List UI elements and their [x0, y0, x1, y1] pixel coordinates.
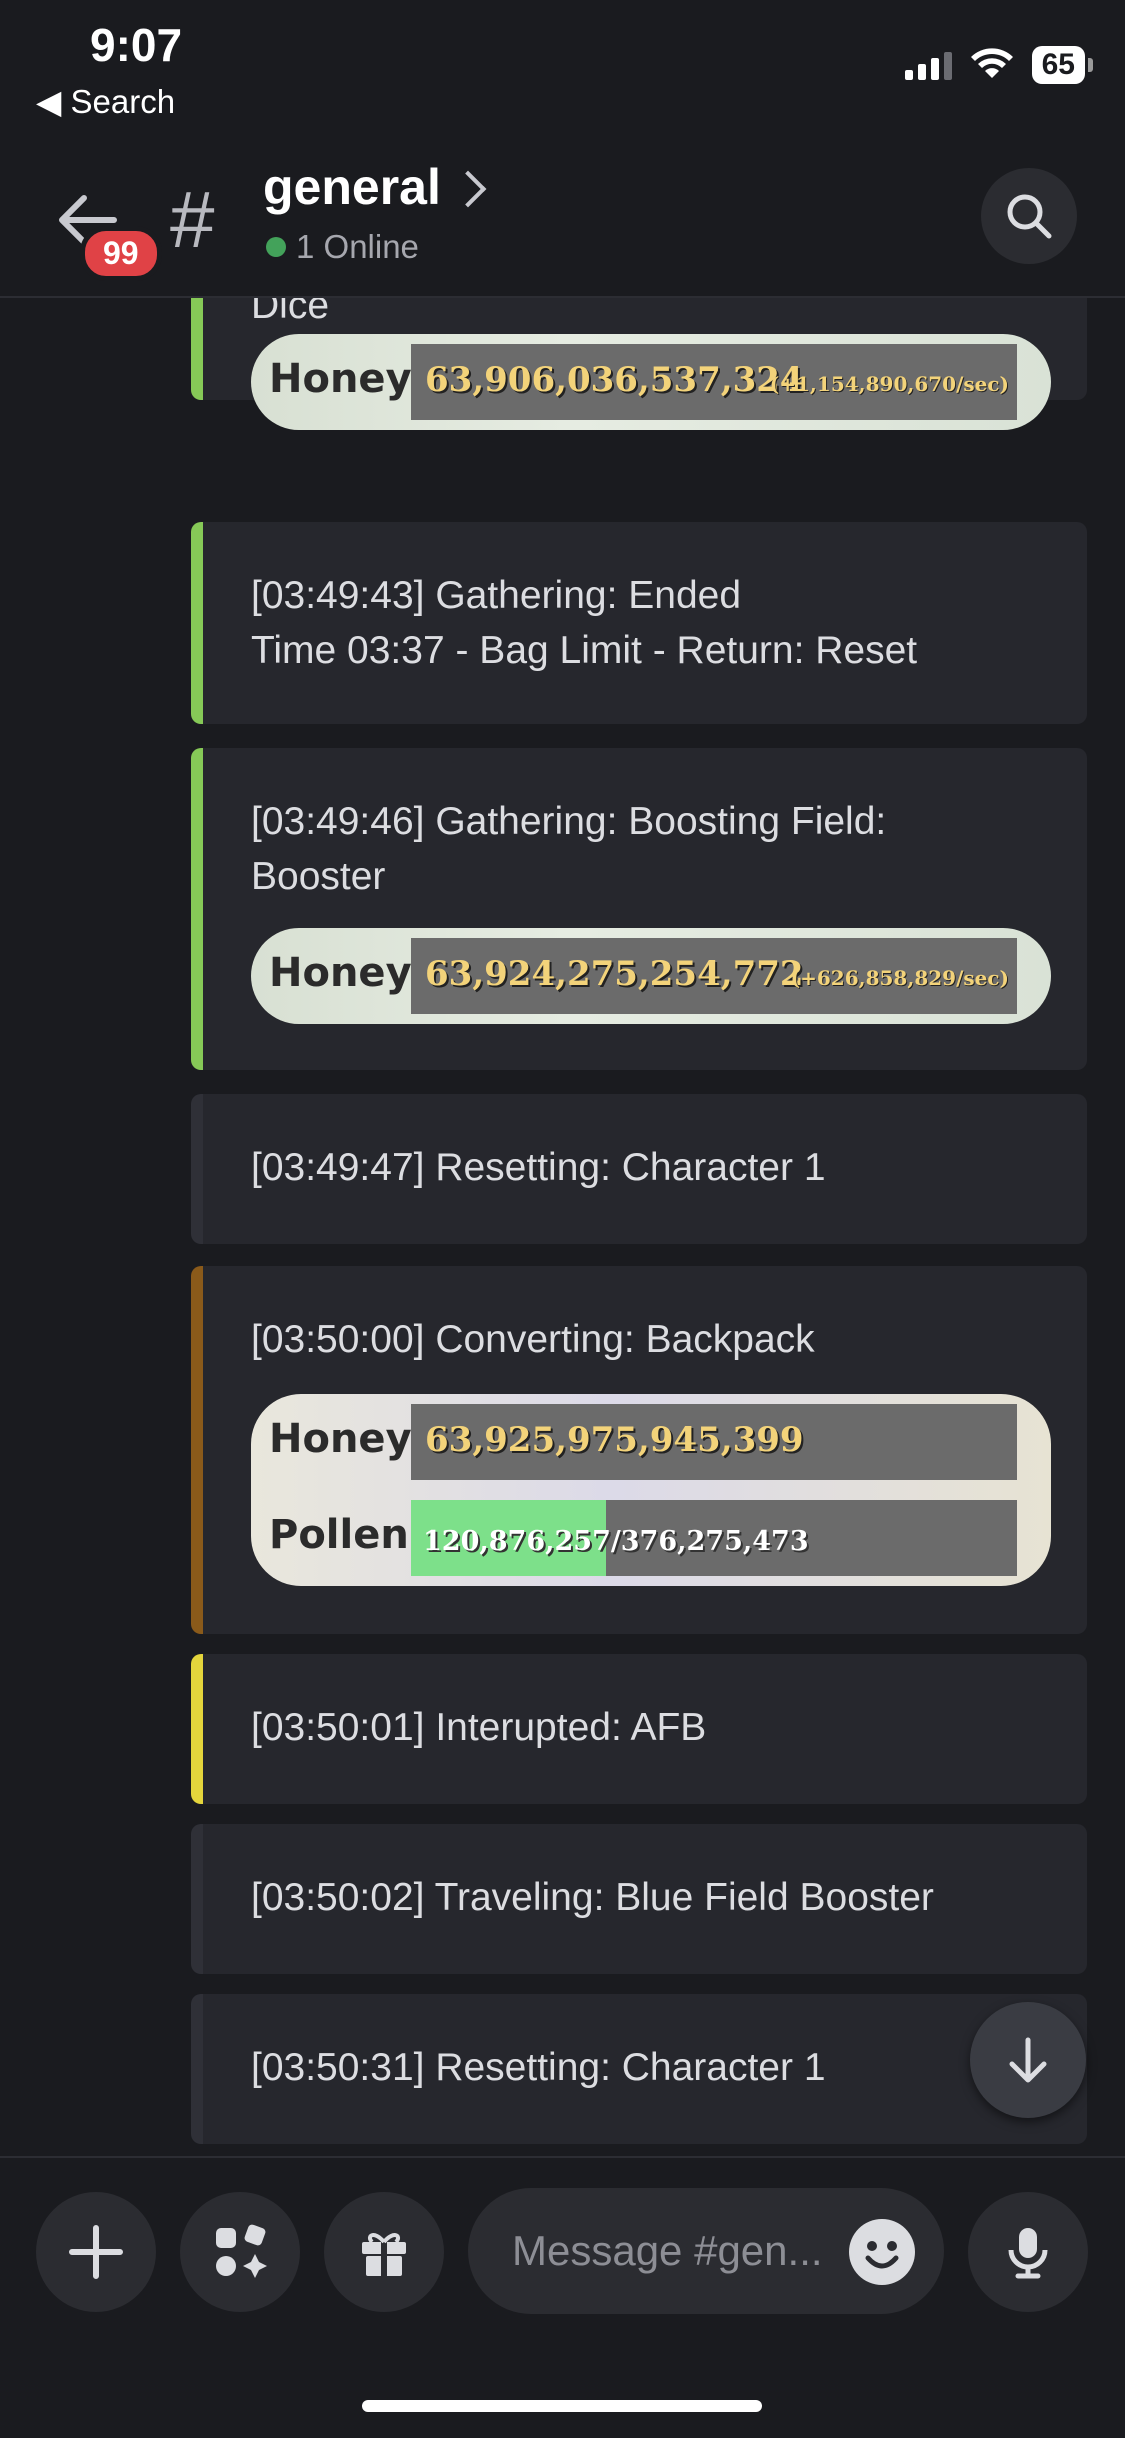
online-dot-icon — [266, 237, 286, 257]
online-count: 1 Online — [296, 228, 419, 265]
wifi-icon — [970, 48, 1013, 78]
honey-stat-image: Honey 63,906,036,537,324 (+1,154,890,670… — [251, 334, 1051, 430]
stat-bar: 63,906,036,537,324 (+1,154,890,670/sec) — [411, 344, 1017, 420]
embed-text: Dice — [251, 298, 330, 327]
plus-icon — [69, 2225, 123, 2279]
honey-stat-image: Honey 63,924,275,254,772 (+626,858,829/s… — [251, 928, 1051, 1024]
log-embed: [03:50:01] Interupted: AFB — [191, 1654, 1087, 1804]
log-embed: [03:50:00] Converting: Backpack Honey 63… — [191, 1266, 1087, 1634]
apps-icon — [216, 2224, 267, 2278]
log-embed: [03:50:31] Resetting: Character 1 — [191, 1994, 1087, 2144]
embed-text: [03:50:00] Converting: Backpack — [251, 1318, 815, 1361]
log-embed: [03:49:46] Gathering: Boosting Field: Bo… — [191, 748, 1087, 1070]
message-input[interactable]: Message #gen... — [468, 2188, 944, 2314]
scroll-to-bottom-button[interactable] — [970, 2002, 1086, 2118]
log-embed: [03:49:43] Gathering: Ended Time 03:37 -… — [191, 522, 1087, 724]
honey-value: 63,925,975,945,399 — [425, 1420, 804, 1460]
embed-text: [03:49:47] Resetting: Character 1 — [251, 1146, 826, 1189]
stat-label: Honey — [269, 1416, 412, 1462]
battery-indicator: 65 — [1031, 46, 1094, 84]
embed-text: [03:50:01] Interupted: AFB — [251, 1706, 707, 1749]
gift-button[interactable] — [324, 2192, 444, 2312]
embed-text: [03:50:31] Resetting: Character 1 — [251, 2046, 826, 2089]
search-icon — [1007, 194, 1052, 239]
hash-icon: # — [170, 175, 215, 264]
stat-bar: 63,925,975,945,399 — [411, 1404, 1017, 1480]
back-to-search[interactable]: ◀ Search — [36, 82, 175, 121]
convert-stat-image: Honey 63,925,975,945,399 Pollen 120,876,… — [251, 1394, 1051, 1586]
pollen-value: 120,876,257/376,275,473 — [423, 1526, 809, 1557]
stat-label: Honey — [269, 950, 412, 996]
log-embed: [03:49:47] Resetting: Character 1 — [191, 1094, 1087, 1244]
attach-button[interactable] — [36, 2192, 156, 2312]
unread-badge: 99 — [80, 226, 162, 281]
embed-text: [03:49:43] Gathering: Ended Time 03:37 -… — [251, 574, 918, 672]
search-button[interactable] — [981, 168, 1077, 264]
stat-bar: 63,924,275,254,772 (+626,858,829/sec) — [411, 938, 1017, 1014]
honey-rate: (+1,154,890,670/sec) — [769, 372, 1009, 396]
honey-rate: (+626,858,829/sec) — [790, 966, 1009, 990]
pollen-bar: 120,876,257/376,275,473 — [411, 1500, 1017, 1576]
gift-icon — [362, 2233, 406, 2276]
composer-bar: Message #gen... — [0, 2156, 1125, 2438]
voice-button[interactable] — [968, 2192, 1088, 2312]
status-time: 9:07 — [90, 19, 183, 71]
channel-title[interactable]: general — [263, 158, 487, 216]
message-placeholder: Message #gen... — [512, 2227, 823, 2274]
embed-text: [03:50:02] Traveling: Blue Field Booster — [251, 1876, 934, 1919]
honey-value: 63,906,036,537,324 — [425, 360, 804, 400]
signal-icon — [904, 50, 952, 80]
home-indicator — [362, 2400, 762, 2412]
chevron-right-icon — [449, 170, 487, 208]
log-embed: [03:50:02] Traveling: Blue Field Booster — [191, 1824, 1087, 1974]
arrow-down-icon — [1009, 2037, 1047, 2083]
microphone-icon — [1008, 2228, 1048, 2279]
emoji-icon[interactable] — [848, 2218, 916, 2286]
stat-label: Honey — [269, 356, 412, 402]
status-icons: 65 — [904, 46, 1094, 84]
honey-value: 63,924,275,254,772 — [425, 954, 804, 994]
stat-label: Pollen — [269, 1512, 409, 1558]
message-list[interactable]: Dice Honey 63,906,036,537,324 (+1,154,89… — [0, 298, 1125, 2156]
channel-header: 99 # general 1 Online — [0, 150, 1125, 298]
channel-name: general — [263, 159, 441, 215]
log-embed: Dice Honey 63,906,036,537,324 (+1,154,89… — [191, 298, 1087, 430]
apps-button[interactable] — [180, 2192, 300, 2312]
online-status: 1 Online — [266, 228, 419, 266]
embed-text: [03:49:46] Gathering: Boosting Field: Bo… — [251, 800, 887, 898]
